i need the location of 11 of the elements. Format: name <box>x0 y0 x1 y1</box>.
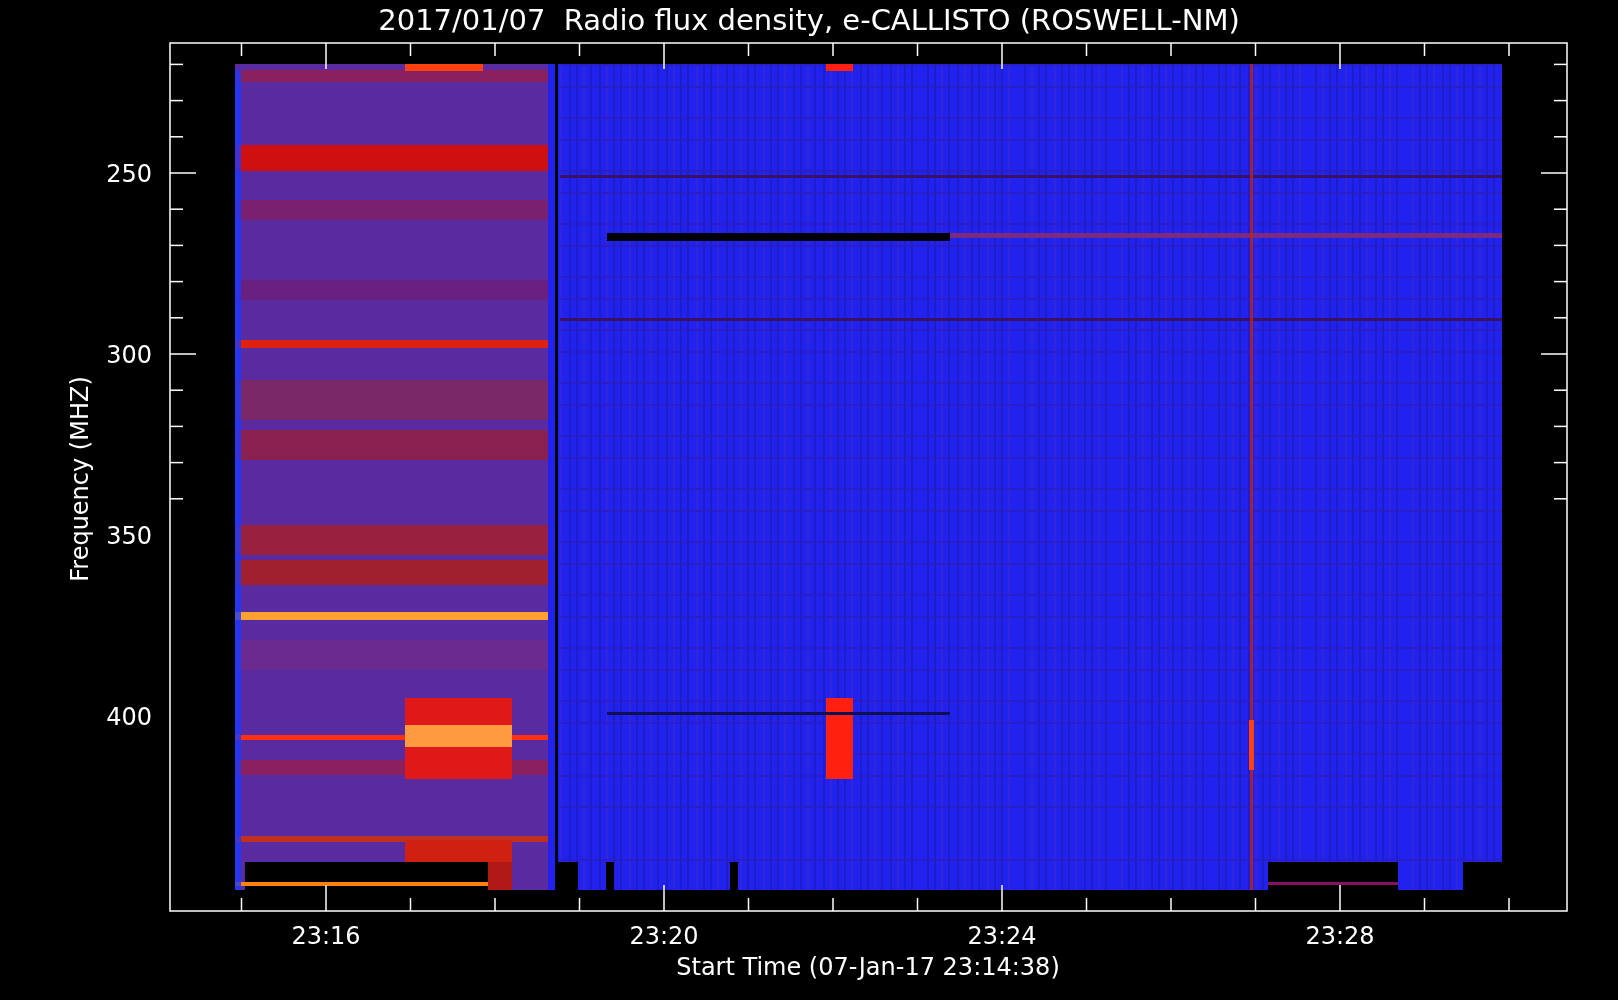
y-tick-label: 350 <box>106 522 152 550</box>
x-tick-label: 23:28 <box>1305 922 1375 950</box>
x-tick-label: 23:24 <box>967 922 1037 950</box>
y-tick-label: 400 <box>106 703 152 731</box>
x-tick-label: 23:20 <box>629 922 699 950</box>
x-axis-label: Start Time (07-Jan-17 23:14:38) <box>676 953 1060 981</box>
y-tick-label: 250 <box>106 160 152 188</box>
chart-title: 2017/01/07 Radio flux density, e-CALLISTO (ROSWELL-NM) <box>378 2 1240 39</box>
x-tick-label: 23:16 <box>291 922 361 950</box>
y-axis-label: Frequency (MHZ) <box>66 376 94 582</box>
y-tick-label: 300 <box>106 341 152 369</box>
